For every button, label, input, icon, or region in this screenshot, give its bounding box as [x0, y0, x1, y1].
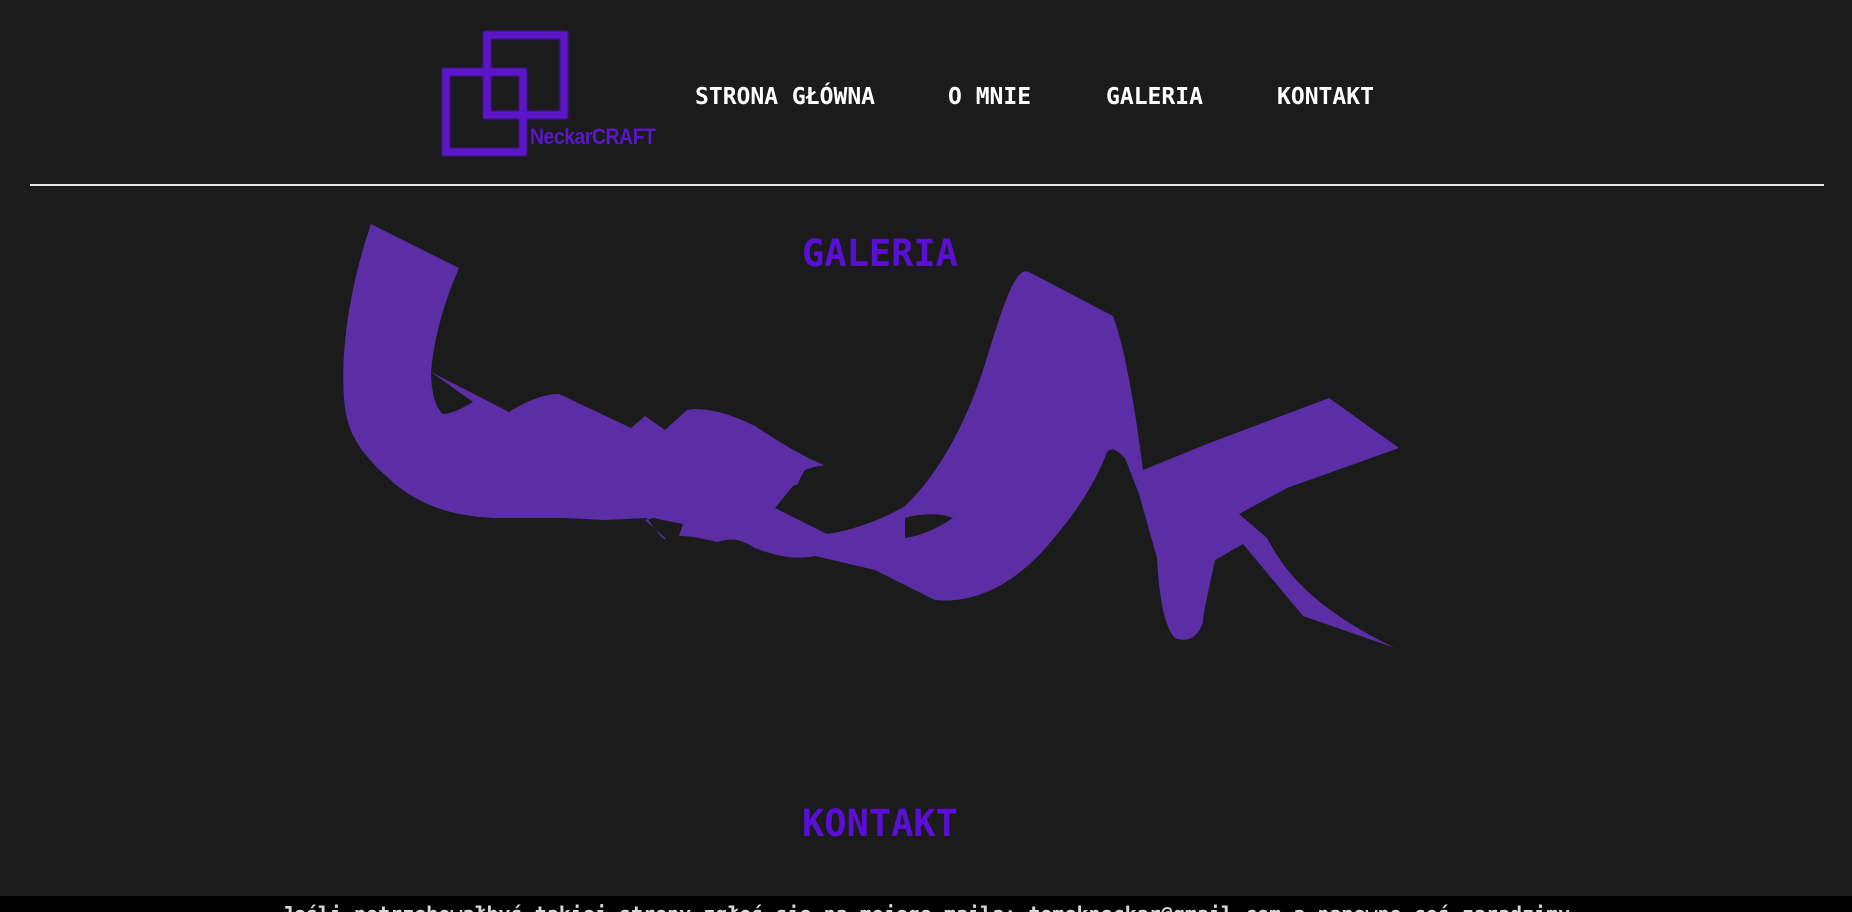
page: NeckarCRAFT STRONA GŁÓWNA O MNIE GALERIA… — [0, 0, 1852, 912]
nav-item-contact[interactable]: KONTAKT — [1277, 84, 1374, 110]
gallery-title: GALERIA — [802, 232, 958, 275]
site-logo[interactable]: NeckarCRAFT — [440, 30, 660, 160]
contact-title: KONTAKT — [802, 802, 958, 845]
graffiti-tag-image — [343, 224, 1399, 648]
nav-item-home[interactable]: STRONA GŁÓWNA — [695, 84, 875, 110]
contact-text: Jeśli potrzebowałbyś takiej strony zgłoś… — [0, 902, 1852, 912]
nav-item-gallery[interactable]: GALERIA — [1106, 84, 1203, 110]
logo-text: NeckarCRAFT — [530, 124, 656, 149]
header-divider — [30, 184, 1824, 186]
nav-item-about[interactable]: O MNIE — [948, 84, 1031, 110]
gallery-image[interactable] — [335, 218, 1405, 662]
contact-footer: Jeśli potrzebowałbyś takiej strony zgłoś… — [0, 896, 1852, 912]
